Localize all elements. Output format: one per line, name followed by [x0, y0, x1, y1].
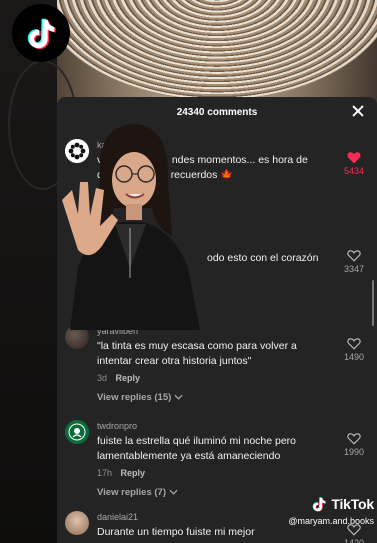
like-count: 1420: [343, 538, 365, 543]
like-count: 3347: [343, 264, 365, 274]
scrollbar[interactable]: [372, 280, 374, 326]
reply-button[interactable]: Reply: [116, 373, 141, 383]
video-book-spiral: [57, 0, 377, 100]
heart-icon: [347, 338, 361, 350]
heart-icon: [347, 433, 361, 445]
comment-meta: 3d Reply: [97, 373, 317, 383]
comment-text: fuiste la estrella qué iluminó mi noche …: [97, 435, 297, 462]
like-count: 5434: [343, 166, 365, 176]
close-icon[interactable]: [351, 104, 365, 118]
video-left-strip: [0, 0, 78, 543]
heart-icon: [347, 250, 361, 262]
like-button[interactable]: 1990: [339, 432, 369, 457]
tiktok-logo-icon: [12, 4, 70, 62]
presenter-overlay: [60, 118, 202, 330]
view-replies-label: View replies (7): [97, 487, 166, 498]
watermark-brand: TikTok: [331, 496, 374, 512]
watermark-logo: TikTok: [262, 494, 374, 514]
comment-time: 17h: [97, 468, 113, 478]
like-button[interactable]: 1420: [339, 523, 369, 543]
view-replies-button[interactable]: View replies (15): [97, 392, 317, 403]
chevron-down-icon: [174, 395, 183, 401]
comment-text: Durante un tiempo fuiste mi mejor: [97, 526, 255, 538]
reply-button[interactable]: Reply: [121, 468, 146, 478]
comment-meta: 17h Reply: [97, 468, 317, 478]
comment-time: 3d: [97, 373, 108, 383]
tiktok-logo-icon: [313, 497, 327, 512]
comment-text: "la tinta es muy escasa como para volver…: [97, 340, 297, 367]
chevron-down-icon: [169, 490, 178, 496]
like-count: 1490: [343, 352, 365, 362]
comment-text: odo esto con el corazón: [207, 252, 319, 264]
avatar[interactable]: [65, 420, 89, 444]
view-replies-label: View replies (15): [97, 392, 172, 403]
avatar[interactable]: [65, 511, 89, 535]
like-button[interactable]: 3347: [339, 249, 369, 274]
heart-icon: [347, 152, 361, 164]
like-count: 1990: [343, 447, 365, 457]
like-button[interactable]: 1490: [339, 337, 369, 362]
like-button[interactable]: 5434: [339, 151, 369, 176]
comments-count-title: 24340 comments: [176, 106, 258, 118]
watermark-username: @maryam.and.books: [288, 516, 374, 526]
tiktok-watermark: TikTok @maryam.and.books: [262, 494, 374, 526]
comment-username[interactable]: twdronpro: [97, 420, 317, 432]
